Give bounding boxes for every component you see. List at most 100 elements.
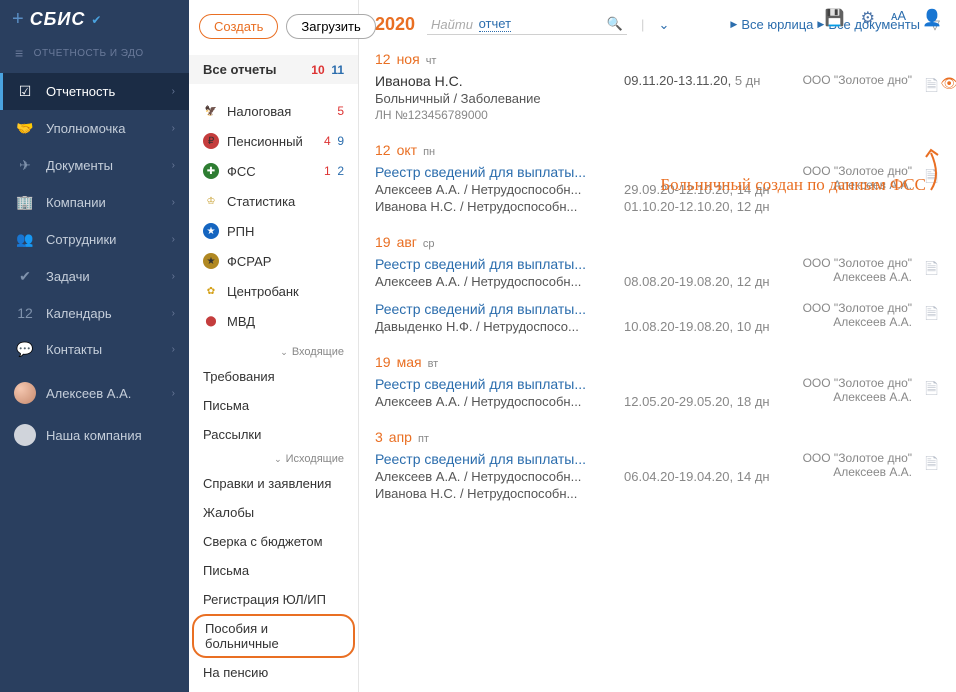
nav-icon: ✔	[14, 268, 36, 285]
entry-2[interactable]: Реестр сведений для выплаты...Алексеев А…	[359, 254, 956, 299]
entry-org: ООО "Золотое дно"Алексеев А.А.	[803, 376, 912, 404]
date-day: 12	[375, 51, 391, 67]
date-row: 3апрпт	[359, 419, 956, 449]
sidebar-user[interactable]: Алексеев А.А. ›	[0, 372, 189, 414]
outgoing-item-3[interactable]: Письма	[189, 556, 358, 585]
entry-title[interactable]: Реестр сведений для выплаты...	[375, 301, 586, 317]
entry-days: 01.10.20-12.10.20, 12 дн	[624, 199, 770, 214]
entry-days: 08.08.20-19.08.20, 12 дн	[624, 274, 770, 289]
date-row: 19авгср	[359, 224, 956, 254]
gear-icon[interactable]: ⚙	[861, 8, 875, 28]
document-icon[interactable]: 🗎	[925, 453, 938, 480]
filter-label: Все отчеты	[203, 62, 277, 77]
document-icon[interactable]: 🗎	[925, 166, 938, 193]
triangle-icon: ▶	[730, 19, 737, 30]
filter-label: РПН	[227, 224, 254, 239]
nav-label: Отчетность	[46, 84, 115, 99]
outgoing-item-0[interactable]: Справки и заявления	[189, 469, 358, 498]
outgoing-item-4[interactable]: Регистрация ЮЛ/ИП	[189, 585, 358, 614]
incoming-label: Входящие	[292, 346, 344, 358]
sidebar-item-2[interactable]: ✈Документы›	[0, 147, 189, 184]
filter-label: ФСРАР	[227, 254, 271, 269]
plus-icon[interactable]: +	[12, 8, 24, 31]
entry-days: 29.09.20-12.10.20, 14 дн	[624, 182, 770, 197]
outgoing-item-5[interactable]: Пособия и больничные	[192, 614, 355, 658]
document-icon[interactable]: 🗎	[925, 378, 938, 405]
fontsize-icon[interactable]: ᴀA	[891, 8, 906, 28]
bird-icon: ✔	[91, 13, 101, 27]
top-toolbar: 💾 ⚙ ᴀA 👤	[825, 8, 942, 28]
count-red: 4	[324, 134, 331, 148]
entry-3[interactable]: Реестр сведений для выплаты...Давыденко …	[359, 299, 956, 344]
entry-1[interactable]: Реестр сведений для выплаты...Алексеев А…	[359, 162, 956, 224]
filter-orgs[interactable]: Все юрлица	[741, 17, 813, 32]
filter-item-4[interactable]: ★РПН	[189, 216, 358, 246]
date-month: мая	[397, 354, 422, 370]
entry-4[interactable]: Реестр сведений для выплаты...Алексеев А…	[359, 374, 956, 419]
filter-label: ФСС	[227, 164, 256, 179]
filter-all-reports[interactable]: Все отчеты 10 11	[189, 55, 358, 84]
authority-icon: ₽	[203, 133, 219, 149]
save-icon[interactable]: 💾	[825, 8, 845, 28]
filter-item-5[interactable]: ★ФСРАР	[189, 246, 358, 276]
sidebar-item-6[interactable]: 12Календарь›	[0, 295, 189, 331]
entry-title[interactable]: Иванова Н.С.	[375, 73, 463, 89]
entry-line3: Иванова Н.С. / Нетрудоспособн...01.10.20…	[375, 197, 940, 214]
profile-icon[interactable]: 👤	[922, 8, 942, 28]
dropdown-toggle[interactable]: ⌄	[658, 17, 669, 33]
sidebar-item-3[interactable]: 🏢Компании›	[0, 184, 189, 221]
sidebar-company[interactable]: Наша компания	[0, 414, 189, 456]
incoming-item-2[interactable]: Рассылки	[189, 420, 358, 449]
search-type-link[interactable]: отчет	[479, 16, 511, 32]
filter-item-7[interactable]: ⬤МВД	[189, 306, 358, 336]
sidebar-logo: СБИС	[30, 9, 86, 30]
eye-icon[interactable]: 👁	[940, 75, 956, 92]
entry-title[interactable]: Реестр сведений для выплаты...	[375, 451, 586, 467]
incoming-section[interactable]: ⌄Входящие	[189, 342, 358, 362]
filter-item-2[interactable]: ✚ФСС1 2	[189, 156, 358, 186]
filter-item-0[interactable]: 🦅Налоговая5	[189, 96, 358, 126]
nav-icon: ✈	[14, 157, 36, 174]
create-button[interactable]: Создать	[199, 14, 278, 39]
entry-5[interactable]: Реестр сведений для выплаты...Алексеев А…	[359, 449, 956, 511]
chevron-right-icon: ›	[172, 86, 175, 97]
date-weekday: ср	[423, 238, 435, 250]
filter-label: Центробанк	[227, 284, 299, 299]
filter-item-1[interactable]: ₽Пенсионный4 9	[189, 126, 358, 156]
entry-title[interactable]: Реестр сведений для выплаты...	[375, 164, 586, 180]
sidebar-item-4[interactable]: 👥Сотрудники›	[0, 221, 189, 258]
incoming-item-1[interactable]: Письма	[189, 391, 358, 420]
count-red: 5	[337, 104, 344, 118]
sidebar: + СБИС ✔ ≡ ОТЧЕТНОСТЬ И ЭДО ☑Отчетность›…	[0, 0, 189, 692]
incoming-item-0[interactable]: Требования	[189, 362, 358, 391]
chevron-right-icon: ›	[172, 271, 175, 282]
sidebar-item-5[interactable]: ✔Задачи›	[0, 258, 189, 295]
chevron-right-icon: ›	[172, 388, 175, 399]
document-icon[interactable]: 🗎	[925, 303, 938, 330]
date-month: апр	[389, 429, 412, 445]
search-placeholder: Найти	[431, 17, 473, 32]
search-icon[interactable]: 🔍	[607, 16, 623, 32]
entry-title[interactable]: Реестр сведений для выплаты...	[375, 376, 586, 392]
nav-label: Контакты	[46, 342, 102, 357]
sidebar-item-7[interactable]: 💬Контакты›	[0, 331, 189, 368]
entry-org: ООО "Золотое дно"Алексеев А.А.	[803, 301, 912, 329]
document-icon[interactable]: 🗎	[925, 75, 938, 102]
outgoing-item-2[interactable]: Сверка с бюджетом	[189, 527, 358, 556]
filter-item-6[interactable]: ✿Центробанк	[189, 276, 358, 306]
authority-icon: ✚	[203, 163, 219, 179]
entry-0[interactable]: Иванова Н.С.09.11.20-13.11.20, 5 днБольн…	[359, 71, 956, 132]
year-filter[interactable]: 2020	[375, 14, 415, 35]
filter-item-3[interactable]: ♔Статистика	[189, 186, 358, 216]
outgoing-item-1[interactable]: Жалобы	[189, 498, 358, 527]
entry-title[interactable]: Реестр сведений для выплаты...	[375, 256, 586, 272]
filter-label: Статистика	[227, 194, 295, 209]
menu-icon[interactable]: ≡	[15, 45, 24, 61]
outgoing-section[interactable]: ⌄Исходящие	[189, 449, 358, 469]
search-box[interactable]: Найти отчет 🔍	[427, 14, 627, 35]
document-icon[interactable]: 🗎	[925, 258, 938, 285]
sidebar-item-0[interactable]: ☑Отчетность›	[0, 73, 189, 110]
outgoing-item-6[interactable]: На пенсию	[189, 658, 358, 687]
entry-org: ООО "Золотое дно"Алексеев А.А.	[803, 256, 912, 284]
sidebar-item-1[interactable]: 🤝Уполномочка›	[0, 110, 189, 147]
